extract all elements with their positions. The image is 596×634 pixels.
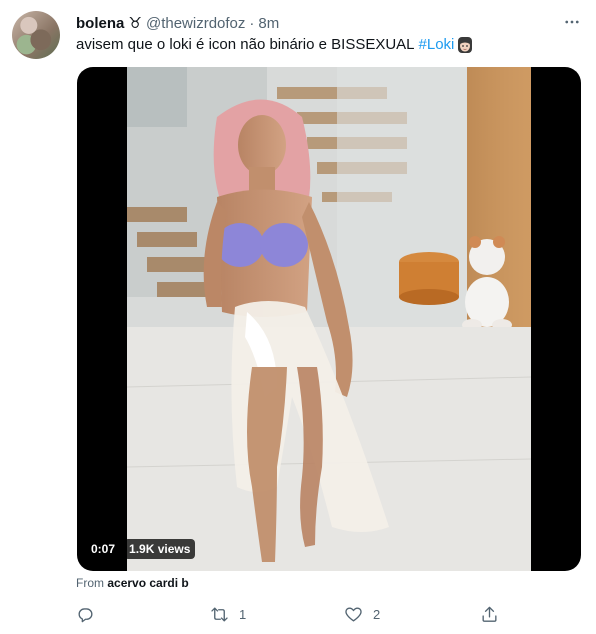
- retweet-icon: [211, 606, 228, 622]
- reply-button[interactable]: [76, 602, 105, 626]
- reply-icon: [78, 607, 93, 622]
- separator-dot: ·: [249, 14, 255, 32]
- loki-face-emoji-icon: [456, 36, 474, 54]
- video-views: 1.9K views: [124, 539, 196, 559]
- video-overlay: 0:07 1.9K views: [86, 539, 196, 559]
- tweet-body: avisem que o loki é icon não binário e B…: [76, 36, 415, 53]
- share-button[interactable]: [480, 602, 499, 626]
- tweet-actions: 1 2: [76, 602, 499, 626]
- tweet-text: avisem que o loki é icon não binário e B…: [76, 35, 474, 55]
- like-count: 2: [373, 606, 381, 622]
- avatar[interactable]: [12, 11, 60, 59]
- video-duration: 0:07: [86, 539, 121, 559]
- tweet-header: bolena ♉ @thewizrdofoz · 8m: [76, 13, 279, 33]
- retweet-count: 1: [239, 606, 247, 622]
- author-name[interactable]: bolena ♉: [76, 14, 142, 32]
- more-options-icon[interactable]: [562, 12, 582, 32]
- video-player[interactable]: 0:07 1.9K views: [77, 67, 581, 571]
- share-icon: [482, 606, 497, 622]
- source-prefix: From: [76, 576, 104, 590]
- retweet-button[interactable]: 1: [210, 602, 246, 626]
- video-frame[interactable]: [127, 67, 531, 571]
- source-account-link[interactable]: acervo cardi b: [107, 576, 188, 590]
- author-handle[interactable]: @thewizrdofoz: [146, 15, 245, 32]
- hashtag-link[interactable]: #Loki: [419, 35, 455, 55]
- media-source-attribution: From acervo cardi b: [76, 576, 189, 590]
- video-thumbnail: [127, 67, 531, 571]
- tweet-timestamp[interactable]: 8m: [258, 15, 279, 32]
- like-button[interactable]: 2: [344, 602, 380, 626]
- tweet-card[interactable]: bolena ♉ @thewizrdofoz · 8m avisem que o…: [0, 0, 596, 634]
- heart-icon: [345, 606, 362, 622]
